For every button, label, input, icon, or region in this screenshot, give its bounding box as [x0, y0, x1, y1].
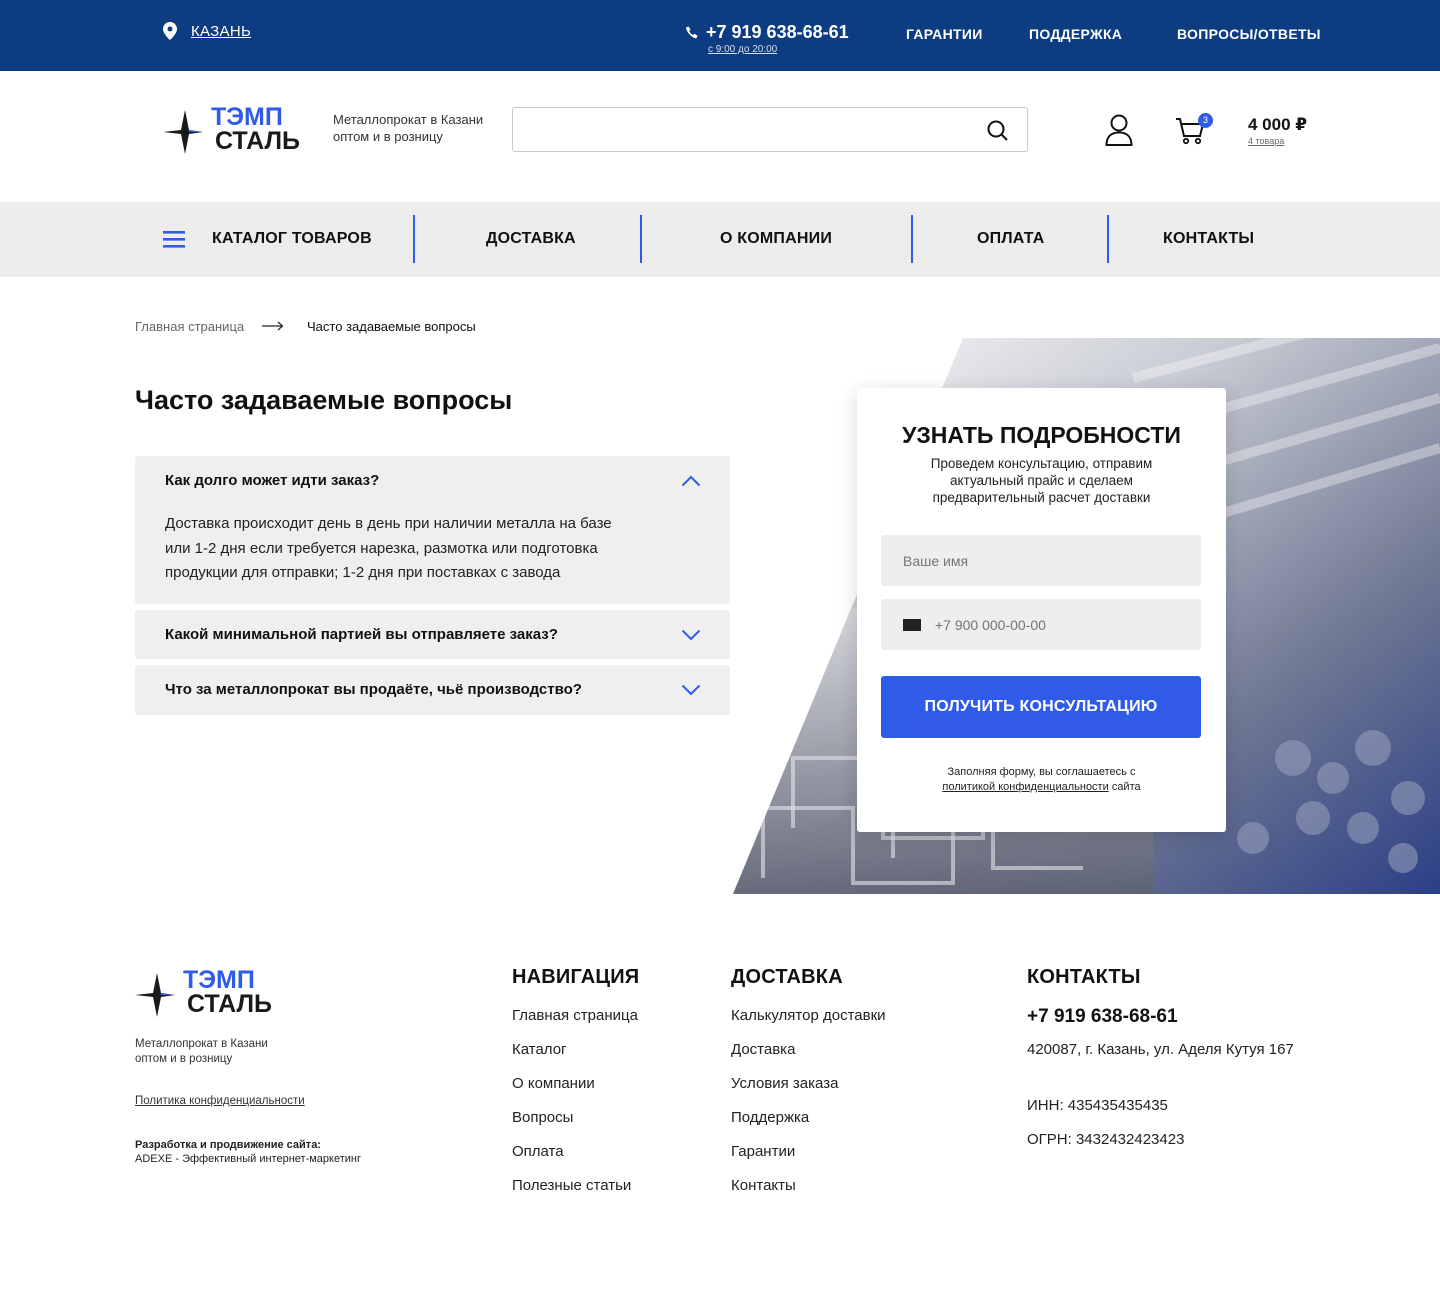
faq-question[interactable]: Какой минимальной партией вы отправляете… — [165, 626, 558, 643]
nav-contacts[interactable]: КОНТАКТЫ — [1163, 230, 1254, 248]
cart-count-badge: 3 — [1198, 113, 1213, 128]
breadcrumb-current: Часто задаваемые вопросы — [307, 319, 476, 334]
footer-delivery-link[interactable]: Калькулятор доставки — [731, 1007, 886, 1024]
top-bar: КАЗАНЬ +7 919 638-68-61 с 9:00 до 20:00 … — [0, 0, 1440, 71]
header-tagline: Металлопрокат в Казани оптом и в розницу — [333, 111, 483, 145]
footer-tagline: Металлопрокат в Казани оптом и в розницу — [135, 1037, 268, 1066]
footer-nav-title: НАВИГАЦИЯ — [512, 966, 640, 988]
chevron-down-icon[interactable] — [681, 684, 701, 696]
nav-divider — [413, 215, 415, 263]
footer-nav-link[interactable]: Полезные статьи — [512, 1177, 631, 1194]
header-tagline-line1: Металлопрокат в Казани — [333, 112, 484, 127]
site-logo[interactable]: ТЭМП СТАЛЬ — [163, 103, 308, 155]
faq-item[interactable]: Какой минимальной партией вы отправляете… — [135, 610, 730, 659]
faq-item[interactable]: Что за металлопрокат вы продаёте, чьё пр… — [135, 665, 730, 715]
search-box[interactable] — [512, 107, 1028, 152]
consultation-form: УЗНАТЬ ПОДРОБНОСТИ Проведем консультацию… — [857, 388, 1226, 832]
breadcrumb-home[interactable]: Главная страница — [135, 319, 244, 334]
developer-label: Разработка и продвижение сайта: — [135, 1139, 321, 1151]
faq-answer-line: или 1-2 дня если требуется нарезка, разм… — [165, 539, 598, 557]
nav-about[interactable]: О КОМПАНИИ — [720, 230, 832, 248]
footer-contacts-title: КОНТАКТЫ — [1027, 966, 1141, 988]
logo-star-icon — [135, 973, 175, 1017]
form-subtitle: Проведем консультацию, отправим актуальн… — [930, 456, 1153, 505]
logo-word-top: ТЭМП — [183, 966, 255, 994]
breadcrumb-arrow-icon — [262, 321, 284, 331]
top-link-guarantees[interactable]: ГАРАНТИИ — [906, 26, 983, 42]
faq-question[interactable]: Как долго может идти заказ? — [165, 472, 379, 489]
privacy-policy-link[interactable]: политикой конфиденциальности — [942, 781, 1108, 793]
footer-delivery-link[interactable]: Доставка — [731, 1041, 795, 1058]
phone-input[interactable] — [935, 599, 1185, 650]
footer-ogrn: ОГРН: 3432432423423 — [1027, 1131, 1185, 1148]
city-name[interactable]: КАЗАНЬ — [191, 23, 251, 40]
top-link-support[interactable]: ПОДДЕРЖКА — [1029, 26, 1122, 42]
form-consent: Заполняя форму, вы соглашаетесь с полити… — [887, 765, 1196, 795]
cart-items-count[interactable]: 4 товара — [1248, 136, 1284, 146]
name-input[interactable] — [903, 535, 1183, 586]
footer-nav-link[interactable]: О компании — [512, 1075, 595, 1092]
footer-privacy-link[interactable]: Политика конфиденциальности — [135, 1095, 305, 1107]
footer-delivery-link[interactable]: Поддержка — [731, 1109, 809, 1126]
footer-delivery-link[interactable]: Условия заказа — [731, 1075, 838, 1092]
footer-nav-link[interactable]: Каталог — [512, 1041, 567, 1058]
name-field[interactable] — [881, 535, 1201, 586]
logo-word-top: ТЭМП — [211, 103, 283, 131]
nav-catalog[interactable]: КАТАЛОГ ТОВАРОВ — [212, 230, 372, 248]
logo-word-bottom: СТАЛЬ — [187, 990, 272, 1018]
nav-divider — [911, 215, 913, 263]
chevron-up-icon[interactable] — [681, 475, 701, 487]
consent-text: Заполняя форму, вы соглашаетесь с — [947, 766, 1136, 778]
location-pin-icon — [163, 22, 177, 40]
phone-field[interactable] — [881, 599, 1201, 650]
page-title: Часто задаваемые вопросы — [135, 385, 513, 415]
footer-inn: ИНН: 435435435435 — [1027, 1097, 1168, 1114]
consent-tail: сайта — [1111, 781, 1141, 793]
footer-nav-link[interactable]: Главная страница — [512, 1007, 638, 1024]
logo-word-bottom: СТАЛЬ — [215, 127, 300, 155]
footer-phone[interactable]: +7 919 638-68-61 — [1027, 1006, 1178, 1028]
footer-logo[interactable]: ТЭМП СТАЛЬ — [135, 966, 280, 1018]
faq-answer-line: Доставка происходит день в день при нали… — [165, 515, 612, 532]
footer-delivery-link[interactable]: Гарантии — [731, 1143, 795, 1160]
faq-question[interactable]: Что за металлопрокат вы продаёте, чьё пр… — [165, 681, 582, 698]
faq-item-open[interactable]: Как долго может идти заказ? Доставка про… — [135, 456, 730, 604]
header-tagline-line2: оптом и в розницу — [333, 129, 443, 144]
footer-tagline-line1: Металлопрокат в Казани — [135, 1038, 268, 1050]
footer-developer: Разработка и продвижение сайта: ADEXE - … — [135, 1138, 361, 1166]
faq-answer-line: продукции для отправки; 1-2 дня при пост… — [165, 564, 561, 581]
user-account-icon[interactable] — [1105, 114, 1133, 146]
top-link-faq[interactable]: ВОПРОСЫ/ОТВЕТЫ — [1177, 26, 1321, 42]
top-phone[interactable]: +7 919 638-68-61 — [686, 22, 849, 43]
get-consultation-button[interactable]: ПОЛУЧИТЬ КОНСУЛЬТАЦИЮ — [881, 676, 1201, 738]
search-input[interactable] — [527, 108, 987, 151]
search-icon[interactable] — [987, 120, 1009, 142]
faq-answer: Доставка происходит день в день при нали… — [165, 512, 705, 586]
city-selector[interactable]: КАЗАНЬ — [163, 22, 251, 40]
cart-total[interactable]: 4 000 ₽ — [1248, 115, 1307, 135]
nav-divider — [1107, 215, 1109, 263]
nav-payment[interactable]: ОПЛАТА — [977, 230, 1044, 248]
footer-address: 420087, г. Казань, ул. Аделя Кутуя 167 — [1027, 1041, 1294, 1058]
footer-tagline-line2: оптом и в розницу — [135, 1052, 233, 1065]
developer-link[interactable]: ADEXE - Эффективный интернет-маркетинг — [135, 1152, 361, 1166]
nav-divider — [640, 215, 642, 263]
form-title: УЗНАТЬ ПОДРОБНОСТИ — [902, 422, 1181, 448]
logo-star-icon — [163, 110, 203, 154]
footer-nav-link[interactable]: Оплата — [512, 1143, 564, 1160]
phone-icon — [686, 26, 698, 38]
hamburger-menu-icon[interactable] — [163, 231, 185, 248]
footer-delivery-title: ДОСТАВКА — [731, 966, 843, 988]
top-phone-number[interactable]: +7 919 638-68-61 — [706, 22, 849, 43]
country-flag-icon[interactable] — [903, 619, 921, 631]
work-hours: с 9:00 до 20:00 — [708, 44, 778, 55]
chevron-down-icon[interactable] — [681, 629, 701, 641]
footer-delivery-link[interactable]: Контакты — [731, 1177, 796, 1194]
nav-delivery[interactable]: ДОСТАВКА — [486, 230, 576, 248]
footer-nav-link[interactable]: Вопросы — [512, 1109, 573, 1126]
